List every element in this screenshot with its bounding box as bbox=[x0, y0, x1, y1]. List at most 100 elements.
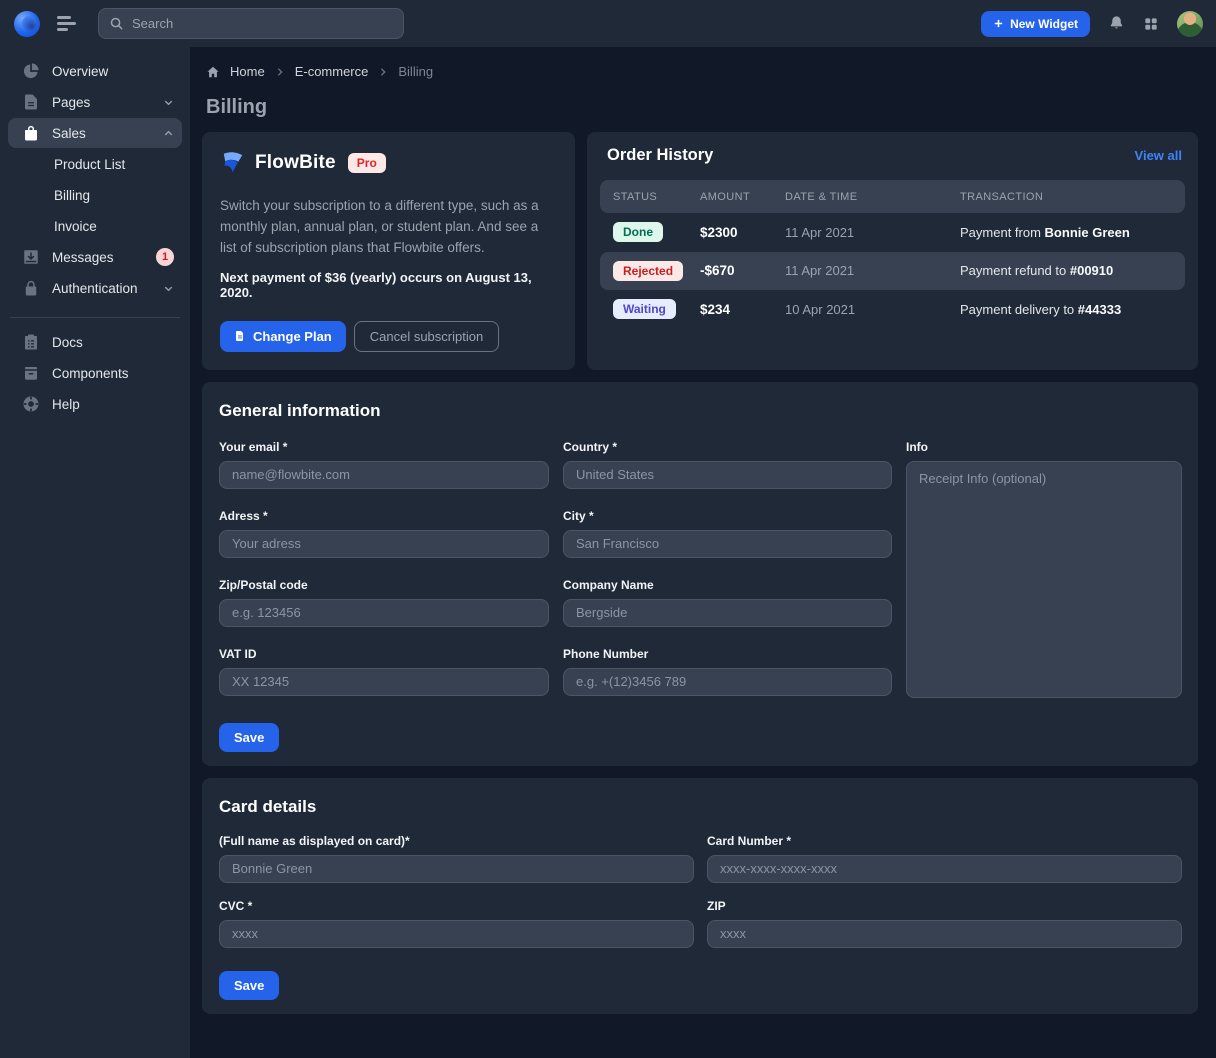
table-row[interactable]: Waiting $234 10 Apr 2021 Payment deliver… bbox=[600, 290, 1185, 329]
transaction-cell: Payment from Bonnie Green bbox=[960, 225, 1172, 240]
change-plan-button[interactable]: Change Plan bbox=[220, 321, 346, 352]
address-label: Adress * bbox=[219, 509, 549, 523]
column-header-status: STATUS bbox=[613, 191, 700, 203]
sidebar-item-authentication[interactable]: Authentication bbox=[8, 273, 182, 303]
top-navbar: New Widget bbox=[0, 0, 1216, 47]
column-header-transaction: TRANSACTION bbox=[960, 191, 1172, 203]
new-widget-button[interactable]: New Widget bbox=[981, 11, 1090, 37]
document-icon bbox=[22, 93, 40, 111]
cvc-field[interactable] bbox=[219, 920, 694, 948]
chevron-down-icon bbox=[163, 283, 174, 294]
email-field-group: Your email * bbox=[219, 440, 549, 489]
flowbite-logo-icon[interactable] bbox=[14, 11, 40, 37]
zip-code-field[interactable] bbox=[707, 920, 1182, 948]
subscription-card: FlowBite Pro Switch your subscription to… bbox=[202, 132, 575, 370]
shopping-bag-icon bbox=[22, 124, 40, 142]
address-field[interactable] bbox=[219, 530, 549, 558]
city-field-group: City * bbox=[563, 509, 892, 558]
country-field-group: Country * bbox=[563, 440, 892, 489]
country-label: Country * bbox=[563, 440, 892, 454]
general-info-save-button[interactable]: Save bbox=[219, 723, 279, 752]
chevron-down-icon bbox=[163, 97, 174, 108]
status-badge: Waiting bbox=[613, 299, 676, 319]
company-label: Company Name bbox=[563, 578, 892, 592]
city-field[interactable] bbox=[563, 530, 892, 558]
chevron-right-icon bbox=[275, 67, 285, 77]
archive-box-icon bbox=[22, 364, 40, 382]
sidebar-item-invoice[interactable]: Invoice bbox=[8, 211, 182, 241]
sidebar-item-pages[interactable]: Pages bbox=[8, 87, 182, 117]
user-avatar[interactable] bbox=[1177, 11, 1203, 37]
sidebar: Overview Pages Sales Product List Billin… bbox=[0, 47, 190, 1058]
vat-field[interactable] bbox=[219, 668, 549, 696]
full-name-field-group: (Full name as displayed on card)* bbox=[219, 834, 694, 883]
pro-badge: Pro bbox=[348, 153, 386, 173]
full-name-field[interactable] bbox=[219, 855, 694, 883]
vat-label: VAT ID bbox=[219, 647, 549, 661]
amount-cell: -$670 bbox=[700, 263, 785, 278]
amount-cell: $234 bbox=[700, 302, 785, 317]
order-history-table: STATUS AMOUNT DATE & TIME TRANSACTION Do… bbox=[600, 180, 1185, 329]
apps-grid-icon[interactable] bbox=[1143, 16, 1159, 32]
zip-code-label: ZIP bbox=[707, 899, 1182, 913]
breadcrumb: Home E-commerce Billing bbox=[202, 59, 1198, 79]
status-badge: Rejected bbox=[613, 261, 683, 281]
sidebar-divider bbox=[10, 317, 180, 318]
messages-count-badge: 1 bbox=[156, 248, 174, 266]
zip-label: Zip/Postal code bbox=[219, 578, 549, 592]
column-header-amount: AMOUNT bbox=[700, 191, 785, 203]
zip-field[interactable] bbox=[219, 599, 549, 627]
home-icon bbox=[206, 65, 220, 79]
table-header-row: STATUS AMOUNT DATE & TIME TRANSACTION bbox=[600, 180, 1185, 213]
sidebar-item-billing[interactable]: Billing bbox=[8, 180, 182, 210]
company-field-group: Company Name bbox=[563, 578, 892, 627]
notifications-bell-icon[interactable] bbox=[1108, 15, 1125, 32]
cancel-subscription-button[interactable]: Cancel subscription bbox=[354, 321, 499, 352]
table-row[interactable]: Rejected -$670 11 Apr 2021 Payment refun… bbox=[600, 252, 1185, 291]
vat-field-group: VAT ID bbox=[219, 647, 549, 696]
city-label: City * bbox=[563, 509, 892, 523]
receipt-info-textarea[interactable] bbox=[906, 461, 1182, 698]
subscription-brand-name: FlowBite bbox=[255, 152, 336, 174]
page-title: Billing bbox=[202, 79, 1198, 119]
email-field[interactable] bbox=[219, 461, 549, 489]
card-details-save-button[interactable]: Save bbox=[219, 971, 279, 1000]
sidebar-item-product-list[interactable]: Product List bbox=[8, 149, 182, 179]
search-input[interactable] bbox=[132, 16, 393, 31]
sidebar-item-overview[interactable]: Overview bbox=[8, 56, 182, 86]
date-cell: 11 Apr 2021 bbox=[785, 263, 960, 278]
breadcrumb-ecommerce[interactable]: E-commerce bbox=[295, 64, 369, 79]
status-badge: Done bbox=[613, 222, 663, 242]
search-icon bbox=[109, 16, 124, 31]
phone-field-group: Phone Number bbox=[563, 647, 892, 696]
card-number-field-group: Card Number * bbox=[707, 834, 1182, 883]
sidebar-toggle-button[interactable] bbox=[57, 13, 79, 34]
card-number-label: Card Number * bbox=[707, 834, 1182, 848]
cvc-field-group: CVC * bbox=[219, 899, 694, 948]
card-number-field[interactable] bbox=[707, 855, 1182, 883]
document-icon bbox=[234, 330, 246, 342]
table-row[interactable]: Done $2300 11 Apr 2021 Payment from Bonn… bbox=[600, 213, 1185, 252]
search-box[interactable] bbox=[98, 8, 404, 39]
card-details-card: Card details (Full name as displayed on … bbox=[202, 778, 1198, 1014]
company-field[interactable] bbox=[563, 599, 892, 627]
sidebar-item-sales[interactable]: Sales bbox=[8, 118, 182, 148]
transaction-cell: Payment refund to #00910 bbox=[960, 263, 1172, 278]
sidebar-item-docs[interactable]: Docs bbox=[8, 327, 182, 357]
country-field[interactable] bbox=[563, 461, 892, 489]
date-cell: 10 Apr 2021 bbox=[785, 302, 960, 317]
card-details-title: Card details bbox=[219, 797, 1182, 817]
info-label: Info bbox=[906, 440, 1182, 454]
view-all-link[interactable]: View all bbox=[1135, 148, 1182, 163]
column-header-date: DATE & TIME bbox=[785, 191, 960, 203]
sidebar-item-messages[interactable]: Messages 1 bbox=[8, 242, 182, 272]
lock-icon bbox=[22, 279, 40, 297]
next-payment-note: Next payment of $36 (yearly) occurs on A… bbox=[220, 270, 557, 300]
sidebar-item-components[interactable]: Components bbox=[8, 358, 182, 388]
pie-chart-icon bbox=[22, 62, 40, 80]
sidebar-item-help[interactable]: Help bbox=[8, 389, 182, 419]
breadcrumb-home[interactable]: Home bbox=[230, 64, 265, 79]
subscription-description: Switch your subscription to a different … bbox=[220, 196, 557, 259]
phone-field[interactable] bbox=[563, 668, 892, 696]
order-history-card: Order History View all STATUS AMOUNT DAT… bbox=[587, 132, 1198, 370]
